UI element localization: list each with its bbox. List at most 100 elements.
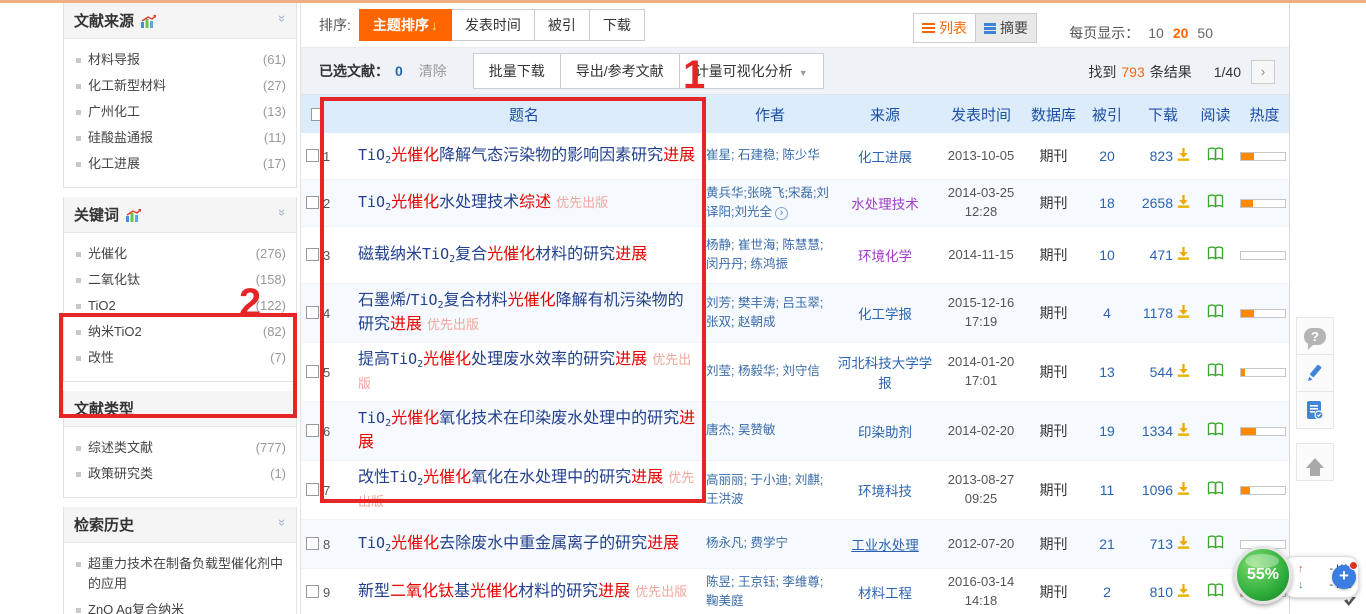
sort-button-0[interactable]: 主题排序↓ bbox=[359, 9, 452, 41]
sort-button-2[interactable]: 被引 bbox=[535, 9, 590, 41]
cited-count[interactable]: 10 bbox=[1081, 247, 1133, 263]
action-button-2[interactable]: 计量可视化分析▼ bbox=[680, 53, 824, 89]
authors-cell[interactable]: 高丽丽; 于小迪; 刘麒; 王洪波 bbox=[706, 471, 834, 510]
download-icon[interactable] bbox=[1176, 194, 1191, 209]
per-page-option-50[interactable]: 50 bbox=[1197, 25, 1213, 41]
sidebar-filter-item[interactable]: 综述类文献(777) bbox=[74, 435, 286, 461]
authors-cell[interactable]: 杨永凡; 费学宁 bbox=[706, 534, 834, 553]
survey-button[interactable] bbox=[1296, 391, 1334, 429]
source-link[interactable]: 化工学报 bbox=[834, 303, 936, 323]
collapse-chevron-icon[interactable]: » bbox=[275, 15, 290, 22]
download-icon[interactable] bbox=[1176, 583, 1191, 598]
result-title-link[interactable]: TiO2光催化氧化技术在印染废水处理中的研究进展 bbox=[342, 402, 706, 460]
authors-cell[interactable]: 黄兵华;张晓飞;宋磊;刘译阳;刘光全› bbox=[706, 184, 834, 223]
result-title-link[interactable]: 改性TiO2光催化氧化在水处理中的研究进展优先出版 bbox=[342, 461, 706, 519]
download-progress-circle[interactable]: 55% bbox=[1234, 546, 1292, 604]
row-checkbox[interactable] bbox=[306, 424, 319, 437]
per-page-option-10[interactable]: 10 bbox=[1148, 25, 1164, 41]
result-title-link[interactable]: TiO2光催化降解气态污染物的影响因素研究进展 bbox=[342, 139, 706, 173]
source-link[interactable]: 河北科技大学学报 bbox=[834, 352, 936, 392]
cited-count[interactable]: 11 bbox=[1081, 482, 1133, 498]
row-checkbox[interactable] bbox=[306, 149, 319, 162]
row-checkbox[interactable] bbox=[306, 196, 319, 209]
result-title-link[interactable]: TiO2光催化水处理技术综述优先出版 bbox=[342, 186, 706, 220]
authors-cell[interactable]: 杨静; 崔世海; 陈慧慧; 闵丹丹; 练鸿振 bbox=[706, 236, 834, 275]
next-page-button[interactable]: › bbox=[1251, 60, 1275, 84]
collapse-chevron-icon[interactable]: » bbox=[275, 519, 290, 526]
result-title-link[interactable]: 新型二氧化钛基光催化材料的研究进展优先出版 bbox=[342, 575, 706, 609]
cited-count[interactable]: 4 bbox=[1081, 305, 1133, 321]
authors-cell[interactable]: 陈昱; 王京钰; 李维尊; 鞠美庭 bbox=[706, 573, 834, 612]
source-link[interactable]: 材料工程 bbox=[834, 582, 936, 602]
sidebar-filter-item[interactable]: 二氧化钛(158) bbox=[74, 267, 286, 293]
clear-selection-link[interactable]: 清除 bbox=[419, 61, 447, 81]
action-button-1[interactable]: 导出/参考文献 bbox=[561, 53, 680, 89]
download-icon[interactable] bbox=[1176, 304, 1191, 319]
source-link[interactable]: 化工进展 bbox=[834, 146, 936, 166]
cited-count[interactable]: 21 bbox=[1081, 536, 1133, 552]
source-link[interactable]: 水处理技术 bbox=[834, 193, 936, 213]
sidebar-filter-item[interactable]: 纳米TiO2(82) bbox=[74, 319, 286, 345]
feedback-button[interactable] bbox=[1296, 354, 1334, 392]
cited-count[interactable]: 19 bbox=[1081, 423, 1133, 439]
source-link[interactable]: 环境科技 bbox=[834, 480, 936, 500]
view-toggle-abstract[interactable]: 摘要 bbox=[975, 14, 1036, 42]
cited-count[interactable]: 13 bbox=[1081, 364, 1133, 380]
sort-button-1[interactable]: 发表时间 bbox=[452, 9, 535, 41]
sidebar-filter-item[interactable]: 改性(7) bbox=[74, 345, 286, 371]
download-icon[interactable] bbox=[1176, 147, 1191, 162]
sidebar-filter-item[interactable]: TiO2(122) bbox=[74, 293, 286, 319]
sidebar-filter-item[interactable]: 广州化工(13) bbox=[74, 99, 286, 125]
select-all-checkbox[interactable] bbox=[311, 108, 324, 121]
row-checkbox[interactable] bbox=[306, 306, 319, 319]
sort-button-3[interactable]: 下载 bbox=[590, 9, 645, 41]
sidebar-filter-item[interactable]: 超重力技术在制备负载型催化剂中的应用 bbox=[74, 551, 286, 597]
back-to-top-button[interactable] bbox=[1296, 443, 1334, 481]
read-book-icon[interactable] bbox=[1207, 363, 1224, 377]
read-book-icon[interactable] bbox=[1207, 304, 1224, 318]
source-link[interactable]: 环境化学 bbox=[834, 245, 936, 265]
read-book-icon[interactable] bbox=[1207, 535, 1224, 549]
row-checkbox[interactable] bbox=[306, 585, 319, 598]
download-icon[interactable] bbox=[1176, 363, 1191, 378]
read-book-icon[interactable] bbox=[1207, 147, 1224, 161]
read-book-icon[interactable] bbox=[1207, 194, 1224, 208]
sidebar-filter-item[interactable]: 化工进展(17) bbox=[74, 151, 286, 177]
sidebar-filter-item[interactable]: 政策研究类(1) bbox=[74, 461, 286, 487]
authors-cell[interactable]: 刘莹; 杨毅华; 刘守信 bbox=[706, 362, 834, 381]
read-book-icon[interactable] bbox=[1207, 583, 1224, 597]
sidebar-filter-item[interactable]: ZnO Ag复合纳米 bbox=[74, 597, 286, 614]
authors-cell[interactable]: 崔星; 石建稳; 陈少华 bbox=[706, 146, 834, 165]
cited-count[interactable]: 20 bbox=[1081, 148, 1133, 164]
sidebar-filter-item[interactable]: 材料导报(61) bbox=[74, 47, 286, 73]
read-book-icon[interactable] bbox=[1207, 481, 1224, 495]
result-title-link[interactable]: 提高TiO2光催化处理废水效率的研究进展优先出版 bbox=[342, 343, 706, 401]
row-checkbox[interactable] bbox=[306, 248, 319, 261]
download-icon[interactable] bbox=[1176, 535, 1191, 550]
cited-count[interactable]: 2 bbox=[1081, 584, 1133, 600]
source-link[interactable]: 印染助剂 bbox=[834, 421, 936, 441]
download-icon[interactable] bbox=[1176, 246, 1191, 261]
per-page-option-20[interactable]: 20 bbox=[1173, 25, 1189, 41]
download-icon[interactable] bbox=[1176, 422, 1191, 437]
authors-cell[interactable]: 刘芳; 樊丰涛; 吕玉翠; 张双; 赵朝成 bbox=[706, 294, 834, 333]
view-toggle-list[interactable]: 列表 bbox=[914, 14, 975, 42]
row-checkbox[interactable] bbox=[306, 537, 319, 550]
sidebar-filter-item[interactable]: 化工新型材料(27) bbox=[74, 73, 286, 99]
action-button-0[interactable]: 批量下载 bbox=[473, 53, 561, 89]
expand-authors-icon[interactable]: › bbox=[775, 207, 788, 220]
read-book-icon[interactable] bbox=[1207, 422, 1224, 436]
authors-cell[interactable]: 唐杰; 吴赞敏 bbox=[706, 421, 834, 440]
collapse-chevron-icon[interactable]: » bbox=[275, 209, 290, 216]
source-link[interactable]: 工业水处理 bbox=[834, 534, 936, 554]
row-checkbox[interactable] bbox=[306, 483, 319, 496]
download-icon[interactable] bbox=[1176, 481, 1191, 496]
result-title-link[interactable]: 石墨烯/TiO2复合材料光催化降解有机污染物的研究进展优先出版 bbox=[342, 284, 706, 342]
cited-count[interactable]: 18 bbox=[1081, 195, 1133, 211]
result-title-link[interactable]: 磁载纳米TiO2复合光催化材料的研究进展 bbox=[342, 238, 706, 272]
sidebar-filter-item[interactable]: 光催化(276) bbox=[74, 241, 286, 267]
sidebar-filter-item[interactable]: 硅酸盐通报(11) bbox=[74, 125, 286, 151]
help-button[interactable]: ? bbox=[1296, 317, 1334, 355]
read-book-icon[interactable] bbox=[1207, 246, 1224, 260]
row-checkbox[interactable] bbox=[306, 365, 319, 378]
